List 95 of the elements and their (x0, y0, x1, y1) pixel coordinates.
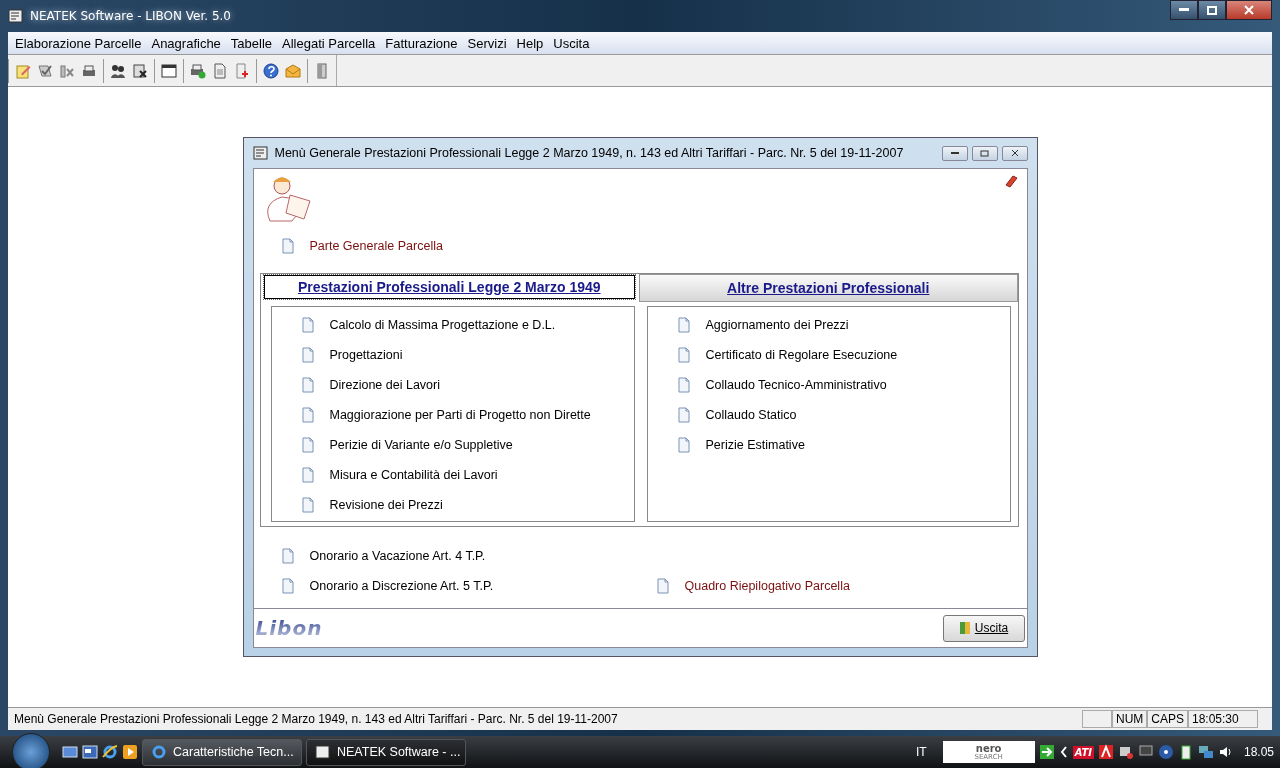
app-icon (8, 8, 24, 24)
taskbar-button[interactable]: NEATEK Software - ... (306, 738, 466, 766)
document-icon (654, 578, 671, 594)
close-button[interactable] (1001, 145, 1028, 161)
check-document-icon[interactable] (37, 62, 53, 79)
app-icon (252, 145, 269, 161)
menu-link[interactable]: Quadro Riepilogativo Parcella (684, 579, 850, 593)
maximize-icon (1207, 5, 1217, 15)
document-icon (299, 317, 316, 333)
minimize-button[interactable] (1170, 0, 1198, 20)
minimize-button[interactable] (941, 145, 968, 161)
menu-link[interactable]: Aggiornamento dei Prezzi (705, 318, 849, 332)
app-icon (315, 744, 331, 760)
document-icon (299, 407, 316, 423)
menu-link[interactable]: Maggiorazione per Parti di Progetto non Dirette (329, 408, 591, 422)
document-icon (279, 548, 296, 564)
menu-item[interactable]: Help (511, 35, 549, 51)
document-icon (675, 377, 692, 393)
menu-link[interactable]: Revisione dei Prezzi (329, 498, 443, 512)
tray-icon[interactable] (1097, 744, 1114, 760)
document-icon (299, 347, 316, 363)
maximize-icon (980, 149, 989, 157)
browser-icon[interactable] (102, 744, 118, 760)
start-button[interactable] (12, 733, 50, 768)
arrow-icon[interactable] (1038, 744, 1055, 760)
menu-link[interactable]: Onorario a Vacazione Art. 4 T.P. (309, 549, 486, 563)
printer-check-icon[interactable] (190, 62, 206, 79)
minimize-icon (1179, 8, 1189, 12)
document-icon (675, 437, 692, 453)
language-indicator[interactable]: IT (915, 745, 927, 759)
menu-link[interactable]: Progettazioni (329, 348, 403, 362)
menu-link[interactable]: Calcolo di Massima Progettazione e D.L. (329, 318, 556, 332)
status-indicator: NUM (1112, 710, 1148, 728)
status-indicator: 18:05:30 (1188, 710, 1258, 728)
document-icon (675, 317, 692, 333)
menu-link[interactable]: Collaudo Tecnico-Amministrativo (705, 378, 887, 392)
status-indicator: CAPS (1147, 710, 1188, 728)
menu-link[interactable]: Perizie Estimative (705, 438, 805, 452)
menu-item[interactable]: Servizi (462, 35, 512, 51)
document-cross-icon[interactable] (132, 62, 148, 79)
pencil-note-icon[interactable] (15, 62, 31, 79)
menu-link[interactable]: Certificato di Regolare Esecuzione (705, 348, 898, 362)
status-panel (1082, 710, 1112, 728)
printer-icon[interactable] (81, 62, 97, 79)
tray-icon[interactable] (1117, 744, 1134, 760)
menu-link[interactable]: Direzione dei Lavori (329, 378, 440, 392)
document-icon (299, 437, 316, 453)
people-icon[interactable] (110, 62, 126, 79)
menu-item[interactable]: Elaborazione Parcelle (10, 35, 147, 51)
menu-item[interactable]: Tabelle (225, 35, 278, 51)
menu-item[interactable]: Allegati Parcella (277, 35, 381, 51)
menu-item[interactable]: Anagrafiche (146, 35, 226, 51)
document-icon (299, 377, 316, 393)
window-switch-icon[interactable] (82, 744, 98, 760)
chevron-icon[interactable] (1058, 744, 1069, 760)
status-message: Menù Generale Prestazioni Professionali Legge 2 Marzo 1949, n. 143 ed Altri Tariffari - Parc. Nr. 5 del 19-11-2007 (13, 712, 619, 726)
close-icon (1010, 149, 1019, 157)
exit-button[interactable]: Uscita (942, 614, 1025, 642)
wireless-icon[interactable] (1157, 744, 1174, 760)
dialog-title: Menù Generale Prestazioni Professionali Legge 2 Marzo 1949, n. 143 ed Altri Tariffari - Parc. Nr. 5 del 19-11-2007 (274, 146, 904, 160)
window-title: NEATEK Software - LIBON Ver. 5.0 (30, 9, 231, 23)
door-icon (958, 621, 971, 635)
tab[interactable]: Prestazioni Professionali Legge 2 Marzo 1949 (263, 275, 635, 299)
media-player-icon[interactable] (122, 744, 138, 760)
help-icon[interactable] (263, 62, 279, 79)
menu-link[interactable]: Misura e Contabilità dei Lavori (329, 468, 498, 482)
menu-link[interactable]: Onorario a Discrezione Art. 5 T.P. (309, 579, 494, 593)
menu-link[interactable]: Parte Generale Parcella (309, 239, 443, 253)
menu-link[interactable]: Collaudo Statico (705, 408, 797, 422)
close-button[interactable] (1226, 0, 1272, 20)
document-icon (299, 497, 316, 513)
menu-item[interactable]: Fatturazione (380, 35, 463, 51)
volume-icon[interactable] (1217, 744, 1234, 760)
minimize-icon (950, 151, 959, 155)
page-icon[interactable] (212, 62, 228, 79)
browser-icon (151, 744, 167, 760)
chart-cross-icon[interactable] (59, 62, 75, 79)
document-icon (279, 578, 296, 594)
document-icon (675, 407, 692, 423)
page-plus-icon[interactable] (234, 62, 250, 79)
document-icon (299, 467, 316, 483)
tray-badge[interactable]: ATI (1072, 745, 1094, 759)
envelope-icon[interactable] (285, 62, 301, 79)
menu-item[interactable]: Uscita (548, 35, 595, 51)
tab[interactable]: Altre Prestazioni Professionali (639, 274, 1018, 302)
maximize-button[interactable] (1198, 0, 1226, 20)
clock[interactable]: 18.05 (1243, 745, 1274, 759)
document-icon (675, 347, 692, 363)
window-icon[interactable] (161, 62, 177, 79)
menu-link[interactable]: Perizie di Variante e/o Suppletive (329, 438, 513, 452)
taskbar-button[interactable]: Caratteristiche Tecn... (142, 738, 302, 766)
desktop-icon[interactable] (62, 744, 78, 760)
close-icon (1244, 5, 1254, 15)
document-icon (279, 238, 296, 254)
network-icon[interactable] (1197, 744, 1214, 760)
